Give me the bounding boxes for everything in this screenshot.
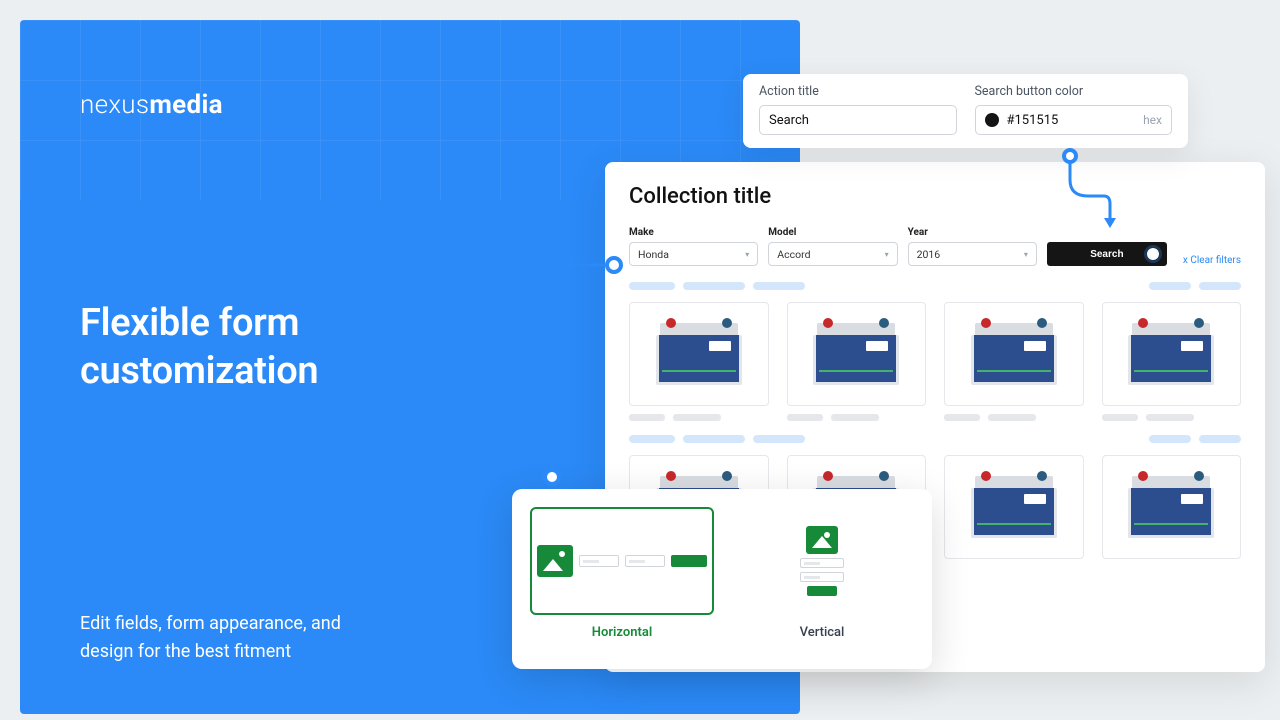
product-card[interactable]	[944, 455, 1084, 559]
brand-part1: nexus	[80, 90, 149, 120]
product-grid-row1	[629, 302, 1241, 421]
action-title-field: Action title Search	[759, 84, 957, 136]
layout-chooser-card: Horizontal Vertical	[512, 489, 932, 669]
hero-headline: Flexible form customization	[80, 300, 318, 395]
brand-part2: media	[149, 90, 223, 120]
horizontal-label: Horizontal	[592, 625, 652, 640]
product-card[interactable]	[787, 302, 927, 421]
model-label: Model	[768, 227, 897, 238]
color-field: Search button color #151515hex	[975, 84, 1173, 136]
make-label: Make	[629, 227, 758, 238]
settings-card: Action title Search Search button color …	[743, 74, 1188, 148]
search-button[interactable]: Search	[1047, 242, 1167, 266]
layout-option-vertical[interactable]: Vertical	[730, 507, 914, 651]
year-label: Year	[908, 227, 1037, 238]
make-select[interactable]: Honda▾	[629, 242, 758, 266]
headline-line2: customization	[80, 348, 318, 396]
chevron-down-icon: ▾	[885, 250, 889, 259]
placeholder-bars-top	[629, 282, 1241, 290]
layout-option-horizontal[interactable]: Horizontal	[530, 507, 714, 651]
product-card[interactable]	[629, 302, 769, 421]
color-input[interactable]: #151515hex	[975, 105, 1173, 135]
year-select[interactable]: 2016▾	[908, 242, 1037, 266]
filter-row: Make Honda▾ Model Accord▾ Year 2016▾ Sea…	[629, 227, 1241, 266]
headline-line1: Flexible form	[80, 300, 318, 348]
product-card[interactable]	[944, 302, 1084, 421]
placeholder-bars-mid	[629, 435, 1241, 443]
model-select[interactable]: Accord▾	[768, 242, 897, 266]
collection-title: Collection title	[629, 184, 1241, 209]
color-label: Search button color	[975, 84, 1173, 99]
product-card[interactable]	[1102, 455, 1242, 559]
hero-subcopy: Edit fields, form appearance, and design…	[80, 610, 380, 666]
brand-logo: nexusmedia	[80, 90, 740, 120]
color-format-label: hex	[1143, 113, 1162, 127]
chevron-down-icon: ▾	[1024, 250, 1028, 259]
chevron-down-icon: ▾	[745, 250, 749, 259]
clear-filters-link[interactable]: x Clear filters	[1183, 255, 1241, 266]
vertical-label: Vertical	[800, 625, 845, 640]
color-swatch-icon	[985, 113, 999, 127]
vertical-preview-icon	[730, 507, 914, 615]
horizontal-preview-icon	[530, 507, 714, 615]
filter-model: Model Accord▾	[768, 227, 897, 266]
action-title-input[interactable]: Search	[759, 105, 957, 135]
product-card[interactable]	[1102, 302, 1242, 421]
highlight-dot-icon	[1147, 248, 1159, 260]
action-title-label: Action title	[759, 84, 957, 99]
filter-year: Year 2016▾	[908, 227, 1037, 266]
filter-make: Make Honda▾	[629, 227, 758, 266]
